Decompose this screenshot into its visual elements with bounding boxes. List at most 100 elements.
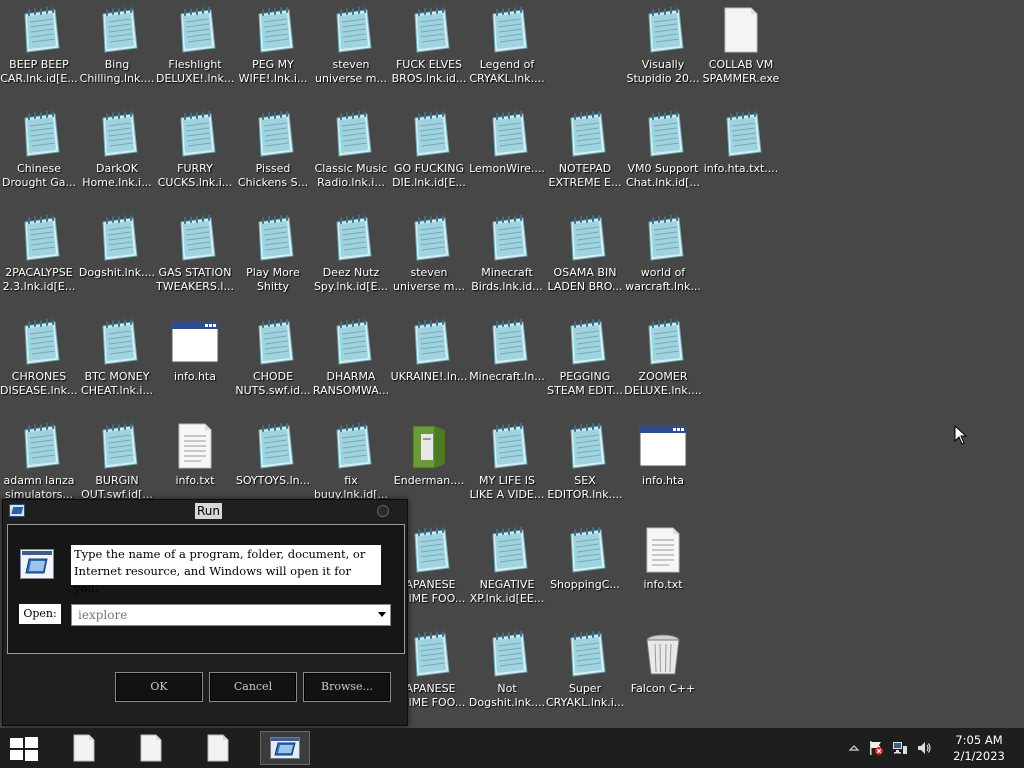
- notepad-shortcut-icon: [93, 318, 141, 366]
- desktop-icon[interactable]: info.hta.txt....: [702, 104, 780, 204]
- desktop-icon[interactable]: MY LIFE IS LIKE A VIDE...: [468, 416, 546, 516]
- desktop-icon[interactable]: Not Dogshit.lnk....: [468, 624, 546, 724]
- desktop-icon[interactable]: 2PACALYPSE 2.3.lnk.id[E...: [0, 208, 78, 308]
- browse-button[interactable]: Browse...: [303, 672, 391, 702]
- desktop-icon-label: VM0 Support Chat.lnk.id[...: [626, 162, 700, 189]
- desktop-icon[interactable]: info.hta: [156, 312, 234, 412]
- clock[interactable]: 7:05 AM 2/1/2023: [944, 732, 1014, 764]
- notepad-shortcut-icon: [561, 630, 609, 678]
- desktop-icon-label: DarkOK Home.lnk.i...: [82, 162, 152, 189]
- notepad-shortcut-icon: [249, 214, 297, 262]
- book-icon: [405, 422, 453, 470]
- desktop-icon[interactable]: OSAMA BIN LADEN BRO...: [546, 208, 624, 308]
- desktop-icon[interactable]: steven universe m...: [390, 208, 468, 308]
- desktop-icon-label: Super CRYAKL.lnk.i...: [546, 682, 624, 709]
- desktop-icon[interactable]: FURRY CUCKS.lnk.i...: [156, 104, 234, 204]
- run-titlebar[interactable]: Run: [3, 500, 407, 522]
- desktop-icon[interactable]: steven universe m...: [312, 0, 390, 100]
- desktop-icon[interactable]: info.hta: [624, 416, 702, 516]
- desktop-icon-label: NOTEPAD EXTREME E...: [548, 162, 622, 189]
- desktop-icon[interactable]: GAS STATION TWEAKERS.l...: [156, 208, 234, 308]
- desktop-icon[interactable]: world of warcraft.lnk...: [624, 208, 702, 308]
- notepad-shortcut-icon: [639, 318, 687, 366]
- desktop-icon-label: Minecraft Birds.lnk.id...: [471, 266, 543, 293]
- desktop-icon[interactable]: Minecraft Birds.lnk.id...: [468, 208, 546, 308]
- desktop-icon-label: ShoppingC...: [550, 578, 620, 591]
- desktop-icon[interactable]: Pissed Chickens S...: [234, 104, 312, 204]
- notepad-shortcut-icon: [483, 6, 531, 54]
- desktop-icon[interactable]: PEG MY WIFE!.lnk.i...: [234, 0, 312, 100]
- desktop-icon[interactable]: Deez Nutz Spy.lnk.id[E...: [312, 208, 390, 308]
- desktop-icon[interactable]: Chinese Drought Ga...: [0, 104, 78, 204]
- taskbar-item[interactable]: [59, 731, 109, 765]
- blank-file-icon: [717, 6, 765, 54]
- desktop-icon-label: SOYTOYS.ln...: [235, 474, 311, 487]
- taskbar-item[interactable]: [193, 731, 243, 765]
- desktop-icon[interactable]: PEGGING STEAM EDIT...: [546, 312, 624, 412]
- open-input[interactable]: [72, 605, 374, 625]
- notepad-shortcut-icon: [405, 6, 453, 54]
- open-combobox[interactable]: [71, 604, 391, 626]
- close-icon[interactable]: [377, 505, 389, 517]
- recycle-bin-icon: [639, 630, 687, 678]
- desktop-icon-label: world of warcraft.lnk...: [625, 266, 701, 293]
- run-dialog: Run Type the name of a program, folder, …: [2, 499, 408, 726]
- desktop-icon[interactable]: LemonWire....: [468, 104, 546, 204]
- desktop-icon[interactable]: SEX EDITOR.lnk....: [546, 416, 624, 516]
- taskbar-item[interactable]: [260, 731, 310, 765]
- desktop-icon[interactable]: ShoppingC...: [546, 520, 624, 620]
- desktop-icon[interactable]: CHODE NUTS.swf.id...: [234, 312, 312, 412]
- desktop-icon[interactable]: Dogshit.lnk....: [78, 208, 156, 308]
- run-description: Type the name of a program, folder, docu…: [71, 545, 381, 595]
- notepad-shortcut-icon: [93, 214, 141, 262]
- desktop-icon[interactable]: BEEP BEEP CAR.lnk.id[E...: [0, 0, 78, 100]
- desktop-icon[interactable]: NEGATIVE XP.lnk.id[EE...: [468, 520, 546, 620]
- notepad-shortcut-icon: [405, 630, 453, 678]
- desktop-icon[interactable]: Bing Chilling.lnk....: [78, 0, 156, 100]
- text-document-icon: [171, 422, 219, 470]
- desktop-icon-label: Legend of CRYAKL.lnk....: [469, 58, 545, 85]
- desktop-icon[interactable]: Visually Stupidio 20...: [624, 0, 702, 100]
- desktop-icon[interactable]: Falcon C++: [624, 624, 702, 724]
- cancel-button[interactable]: Cancel: [209, 672, 297, 702]
- desktop-icon-label: LemonWire....: [469, 162, 545, 175]
- desktop-icon[interactable]: CHRONES DISEASE.lnk....: [0, 312, 78, 412]
- desktop-icon[interactable]: info.txt: [624, 520, 702, 620]
- run-body: Type the name of a program, folder, docu…: [7, 524, 405, 654]
- desktop-icon[interactable]: Classic Music Radio.lnk.i...: [312, 104, 390, 204]
- desktop-icon[interactable]: UKRAINE!.ln...: [390, 312, 468, 412]
- desktop-icon[interactable]: FUCK ELVES BROS.lnk.id...: [390, 0, 468, 100]
- desktop-icon-label: info.txt: [643, 578, 683, 591]
- desktop-icon[interactable]: COLLAB VM SPAMMER.exe: [702, 0, 780, 100]
- desktop-icon[interactable]: Super CRYAKL.lnk.i...: [546, 624, 624, 724]
- desktop-icon[interactable]: DHARMA RANSOMWA...: [312, 312, 390, 412]
- volume-icon[interactable]: [916, 740, 932, 756]
- chevron-up-icon[interactable]: [846, 740, 862, 756]
- desktop-icon-label: UKRAINE!.ln...: [390, 370, 468, 383]
- network-icon[interactable]: [892, 740, 908, 756]
- desktop-icon[interactable]: Legend of CRYAKL.lnk....: [468, 0, 546, 100]
- taskbar: 7:05 AM 2/1/2023: [0, 728, 1024, 768]
- desktop-icon-label: MY LIFE IS LIKE A VIDE...: [469, 474, 545, 501]
- desktop-icon-label: steven universe m...: [393, 266, 465, 293]
- desktop-icon[interactable]: ZOOMER DELUXE.lnk....: [624, 312, 702, 412]
- notepad-shortcut-icon: [327, 214, 375, 262]
- desktop-icon-label: Deez Nutz Spy.lnk.id[E...: [313, 266, 389, 293]
- desktop-icon[interactable]: Fleshlight DELUXE!.lnk....: [156, 0, 234, 100]
- taskbar-item[interactable]: [126, 731, 176, 765]
- desktop-icon[interactable]: VM0 Support Chat.lnk.id[...: [624, 104, 702, 204]
- notepad-shortcut-icon: [171, 110, 219, 158]
- desktop-icon[interactable]: GO FUCKING DIE.lnk.id[E...: [390, 104, 468, 204]
- desktop-icon[interactable]: BTC MONEY CHEAT.lnk.i...: [78, 312, 156, 412]
- ok-button[interactable]: OK: [115, 672, 203, 702]
- desktop-icon-label: Bing Chilling.lnk....: [79, 58, 155, 85]
- chevron-down-icon[interactable]: [378, 612, 386, 617]
- notepad-shortcut-icon: [93, 110, 141, 158]
- desktop-icon[interactable]: DarkOK Home.lnk.i...: [78, 104, 156, 204]
- notepad-shortcut-icon: [327, 318, 375, 366]
- desktop-icon[interactable]: NOTEPAD EXTREME E...: [546, 104, 624, 204]
- desktop-icon[interactable]: Play More Shitty Game...: [234, 208, 312, 308]
- windows-logo-icon[interactable]: [9, 736, 39, 762]
- action-center-flag-icon[interactable]: [868, 740, 884, 756]
- desktop-icon[interactable]: Minecraft.ln...: [468, 312, 546, 412]
